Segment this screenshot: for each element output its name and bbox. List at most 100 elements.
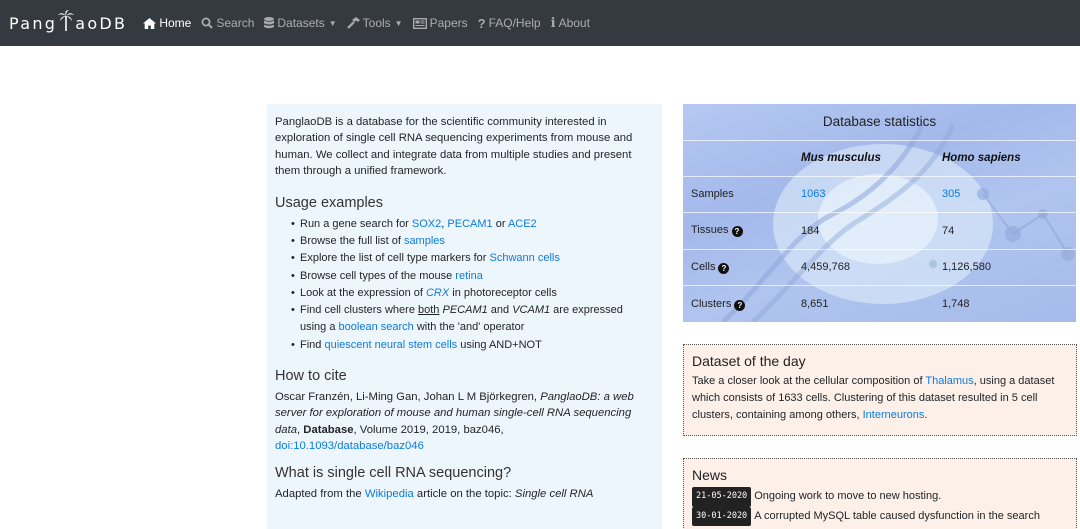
dotd-text-part: . xyxy=(924,409,928,421)
usage-text: Find xyxy=(300,338,325,351)
help-icon[interactable]: ? xyxy=(731,226,743,238)
gene-pecam1: PECAM1 xyxy=(442,304,488,317)
retina-link[interactable]: retina xyxy=(455,270,483,282)
scrnaseq-topic: Single cell RNA xyxy=(514,487,594,500)
dotd-heading: Dataset of the day xyxy=(692,353,806,369)
nav-search[interactable]: Search xyxy=(201,16,254,30)
row-label-text: Samples xyxy=(691,188,734,201)
statistics-table: Database statistics Mus musculus Homo sa… xyxy=(683,104,1076,322)
scrnaseq-text-part: article on the topic: xyxy=(413,487,515,500)
list-item: Browse the full list of samples xyxy=(291,233,654,251)
usage-text: or xyxy=(492,217,508,230)
help-icon[interactable]: ? xyxy=(718,262,730,274)
news-box: News 21-05-2020 Ongoing work to move to n… xyxy=(683,458,1077,529)
usage-continuation: using a boolean search with the 'and' op… xyxy=(300,319,654,336)
nav-about-label: About xyxy=(558,16,590,30)
citation-text: , Volume 2019, 2019, baz046, xyxy=(353,423,504,436)
news-item: 30-01-2020 A corrupted MySQL table caused… xyxy=(692,506,1068,526)
cite-heading: How to cite xyxy=(275,368,347,384)
nav-home-label: Home xyxy=(159,16,192,30)
row-label-text: Clusters xyxy=(691,297,732,310)
quiescent-nsc-link[interactable]: quiescent neural stem cells xyxy=(324,339,457,351)
cell-mouse: 184 xyxy=(801,212,942,250)
nav-faq[interactable]: ? FAQ/Help xyxy=(478,16,541,31)
boolean-search-link[interactable]: boolean search xyxy=(339,321,414,333)
usage-text: Browse cell types of the mouse xyxy=(300,269,456,282)
dotd-text: Take a closer look at the cellular compo… xyxy=(692,373,1068,424)
human-samples-link[interactable]: 305 xyxy=(942,188,960,200)
list-item: Look at the expression of CRX in photore… xyxy=(291,285,654,303)
schwann-cells-link[interactable]: Schwann cells xyxy=(490,252,560,264)
usage-text: using AND+NOT xyxy=(457,338,542,351)
ace2-link[interactable]: ACE2 xyxy=(508,218,537,230)
nav-tools-label: Tools xyxy=(362,16,391,30)
sox2-link[interactable]: SOX2 xyxy=(412,218,441,230)
database-icon xyxy=(264,17,275,29)
list-item: Find quiescent neural stem cells using A… xyxy=(291,337,654,355)
wikipedia-link[interactable]: Wikipedia xyxy=(365,488,414,500)
nav-home[interactable]: Home xyxy=(143,16,191,30)
list-item: Run a gene search for SOX2, PECAM1 or AC… xyxy=(291,216,654,234)
row-label: Clusters? xyxy=(683,286,801,323)
citation-authors: Oscar Franzén, Li-Ming Gan, Johan L M Bj… xyxy=(275,391,541,403)
citation-journal: Database xyxy=(303,423,354,436)
nav-papers[interactable]: Papers xyxy=(412,16,468,30)
database-statistics: Database statistics Mus musculus Homo sa… xyxy=(683,104,1076,322)
table-row: Cells? 4,459,768 1,126,580 xyxy=(683,249,1076,286)
list-item: Browse cell types of the mouse retina xyxy=(291,268,654,286)
thalamus-link[interactable]: Thalamus xyxy=(925,375,973,387)
column-human: Homo sapiens xyxy=(942,140,1076,177)
mouse-samples-link[interactable]: 1063 xyxy=(801,188,825,200)
list-item: Find cell clusters where both PECAM1 and… xyxy=(291,302,654,337)
usage-heading: Usage examples xyxy=(275,194,383,211)
brand-text-end: aoDB xyxy=(75,13,128,33)
cell-human: 1,748 xyxy=(942,298,970,310)
cell-mouse: 8,651 xyxy=(801,298,829,310)
doi-link[interactable]: doi:10.1093/database/baz046 xyxy=(275,440,424,452)
usage-text: Explore the list of cell type markers fo… xyxy=(300,252,490,265)
cell-human: 74 xyxy=(942,212,1076,250)
nav-datasets[interactable]: Datasets ▼ xyxy=(264,16,337,30)
question-icon: ? xyxy=(477,15,486,31)
help-icon[interactable]: ? xyxy=(734,299,746,311)
brand-logo[interactable]: Pang aoDB xyxy=(9,10,128,33)
table-row: Mus musculus Homo sapiens xyxy=(683,140,1076,177)
usage-underline: both xyxy=(418,304,440,317)
nav-faq-label: FAQ/Help xyxy=(488,16,541,30)
statistics-title: Database statistics xyxy=(683,104,1076,141)
usage-text: Browse the full list of xyxy=(300,234,404,247)
table-row: Tissues? 184 74 xyxy=(683,212,1076,250)
info-icon: i xyxy=(550,15,556,31)
citation: Oscar Franzén, Li-Ming Gan, Johan L M Bj… xyxy=(275,389,654,455)
crx-link[interactable]: CRX xyxy=(426,287,449,299)
date-badge: 30-01-2020 xyxy=(692,506,752,526)
news-text: Ongoing work to move to new hosting. xyxy=(754,490,942,502)
date-badge: 21-05-2020 xyxy=(692,487,752,507)
hammer-icon xyxy=(346,17,360,29)
home-icon xyxy=(143,17,157,29)
interneurons-link[interactable]: Interneurons xyxy=(863,409,925,421)
nav-tools[interactable]: Tools ▼ xyxy=(346,16,403,30)
pecam1-link[interactable]: PECAM1 xyxy=(447,218,492,230)
usage-text: in photoreceptor cells xyxy=(449,286,557,299)
row-label: Cells? xyxy=(683,249,801,286)
table-row: Clusters? 8,651 1,748 xyxy=(683,286,1076,323)
usage-list: Run a gene search for SOX2, PECAM1 or AC… xyxy=(291,216,654,355)
cell-human: 1,126,580 xyxy=(942,249,1076,286)
search-icon xyxy=(201,17,214,29)
cell-human: 305 xyxy=(942,176,1076,213)
row-label: Tissues? xyxy=(683,212,801,250)
news-text: A corrupted MySQL table caused dysfuncti… xyxy=(754,509,1040,522)
row-label-text: Tissues xyxy=(691,224,729,237)
row-label-text: Cells xyxy=(691,260,716,273)
column-mouse: Mus musculus xyxy=(801,140,942,177)
dotd-text-part: Take a closer look at the cellular compo… xyxy=(692,375,926,387)
news-heading: News xyxy=(692,467,728,483)
nav-about[interactable]: i About xyxy=(551,16,590,31)
nav-search-label: Search xyxy=(216,16,255,30)
palm-tree-icon xyxy=(58,10,75,31)
scrnaseq-heading: What is single cell RNA sequencing? xyxy=(275,464,512,481)
dataset-of-the-day: Dataset of the day Take a closer look at… xyxy=(683,344,1077,436)
samples-link[interactable]: samples xyxy=(404,235,445,247)
list-item: Explore the list of cell type markers fo… xyxy=(291,250,654,268)
